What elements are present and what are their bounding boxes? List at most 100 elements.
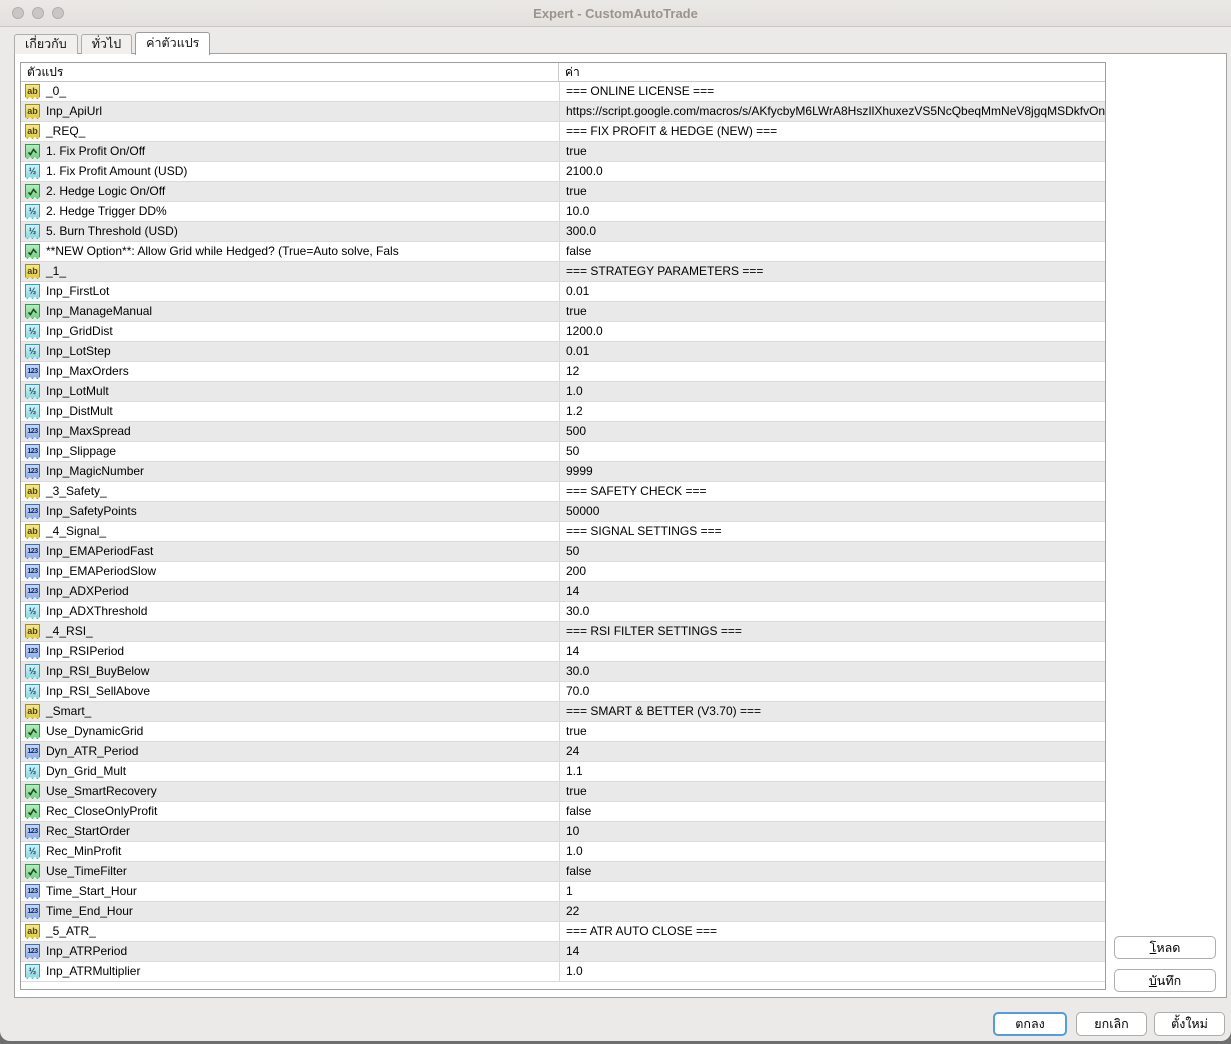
param-value[interactable]: === RSI FILTER SETTINGS === [559,622,1105,641]
param-value[interactable]: 9999 [559,462,1105,481]
window-controls[interactable] [12,7,64,19]
param-value[interactable]: 14 [559,582,1105,601]
param-row[interactable]: ab_0_=== ONLINE LICENSE === [21,82,1105,102]
param-value[interactable]: 50 [559,442,1105,461]
tab-common[interactable]: ทั่วไป [81,34,132,54]
param-value[interactable]: === SIGNAL SETTINGS === [559,522,1105,541]
param-row[interactable]: 123Rec_StartOrder10 [21,822,1105,842]
param-row[interactable]: 123Inp_ATRPeriod14 [21,942,1105,962]
param-value[interactable]: === FIX PROFIT & HEDGE (NEW) === [559,122,1105,141]
param-row[interactable]: ½Inp_RSI_BuyBelow30.0 [21,662,1105,682]
param-row[interactable]: 123Inp_ADXPeriod14 [21,582,1105,602]
param-row[interactable]: ab_4_RSI_=== RSI FILTER SETTINGS === [21,622,1105,642]
param-row[interactable]: abInp_ApiUrlhttps://script.google.com/ma… [21,102,1105,122]
param-row[interactable]: 123Inp_EMAPeriodFast50 [21,542,1105,562]
param-value[interactable]: 1.0 [559,382,1105,401]
param-row[interactable]: ½Inp_ADXThreshold30.0 [21,602,1105,622]
param-value[interactable]: 1.0 [559,962,1105,981]
param-value[interactable]: === STRATEGY PARAMETERS === [559,262,1105,281]
param-value[interactable]: false [559,802,1105,821]
param-row[interactable]: ab_1_=== STRATEGY PARAMETERS === [21,262,1105,282]
param-value[interactable]: false [559,242,1105,261]
param-value[interactable]: 14 [559,942,1105,961]
param-row[interactable]: ½Inp_GridDist1200.0 [21,322,1105,342]
param-value[interactable]: 12 [559,362,1105,381]
param-value[interactable]: 200 [559,562,1105,581]
param-row[interactable]: ab_4_Signal_=== SIGNAL SETTINGS === [21,522,1105,542]
param-value[interactable]: false [559,862,1105,881]
param-value[interactable]: 30.0 [559,602,1105,621]
cancel-button[interactable]: ยกเลิก [1076,1012,1147,1036]
param-row[interactable]: ½1. Fix Profit Amount (USD)2100.0 [21,162,1105,182]
param-row[interactable]: 123Time_End_Hour22 [21,902,1105,922]
param-value[interactable]: https://script.google.com/macros/s/AKfyc… [559,102,1105,121]
param-row[interactable]: ab_Smart_=== SMART & BETTER (V3.70) === [21,702,1105,722]
param-value[interactable]: true [559,722,1105,741]
param-value[interactable]: true [559,182,1105,201]
param-row[interactable]: ½Inp_FirstLot0.01 [21,282,1105,302]
ok-button[interactable]: ตกลง [993,1012,1067,1036]
param-value[interactable]: 2100.0 [559,162,1105,181]
param-row[interactable]: Use_TimeFilterfalse [21,862,1105,882]
param-row[interactable]: ½Rec_MinProfit1.0 [21,842,1105,862]
param-row[interactable]: 123Inp_Slippage50 [21,442,1105,462]
zoom-window-icon[interactable] [52,7,64,19]
param-value[interactable]: 24 [559,742,1105,761]
param-value[interactable]: true [559,142,1105,161]
param-row[interactable]: ½Dyn_Grid_Mult1.1 [21,762,1105,782]
param-row[interactable]: 123Inp_MaxSpread500 [21,422,1105,442]
minimize-window-icon[interactable] [32,7,44,19]
param-row[interactable]: Use_SmartRecoverytrue [21,782,1105,802]
param-row[interactable]: ½5. Burn Threshold (USD)300.0 [21,222,1105,242]
param-value[interactable]: 50 [559,542,1105,561]
param-row[interactable]: Inp_ManageManualtrue [21,302,1105,322]
param-row[interactable]: ½2. Hedge Trigger DD%10.0 [21,202,1105,222]
param-value[interactable]: === SAFETY CHECK === [559,482,1105,501]
save-button[interactable]: บันทึก [1114,969,1216,992]
column-header-variable[interactable]: ตัวแปร [21,63,559,81]
close-window-icon[interactable] [12,7,24,19]
param-value[interactable]: === ATR AUTO CLOSE === [559,922,1105,941]
param-row[interactable]: 1. Fix Profit On/Offtrue [21,142,1105,162]
param-value[interactable]: 1.0 [559,842,1105,861]
param-row[interactable]: 2. Hedge Logic On/Offtrue [21,182,1105,202]
param-value[interactable]: 10 [559,822,1105,841]
param-row[interactable]: Use_DynamicGridtrue [21,722,1105,742]
param-row[interactable]: ½Inp_RSI_SellAbove70.0 [21,682,1105,702]
param-value[interactable]: 50000 [559,502,1105,521]
param-value[interactable]: 500 [559,422,1105,441]
param-row[interactable]: 123Inp_RSIPeriod14 [21,642,1105,662]
tab-inputs[interactable]: ค่าตัวแปร [135,32,210,55]
param-row[interactable]: 123Inp_MagicNumber9999 [21,462,1105,482]
param-value[interactable]: 30.0 [559,662,1105,681]
param-value[interactable]: 14 [559,642,1105,661]
param-row[interactable]: Rec_CloseOnlyProfitfalse [21,802,1105,822]
param-value[interactable]: 0.01 [559,342,1105,361]
param-row[interactable]: ½Inp_LotMult1.0 [21,382,1105,402]
param-value[interactable]: 0.01 [559,282,1105,301]
param-row[interactable]: ½Inp_DistMult1.2 [21,402,1105,422]
param-value[interactable]: 1.2 [559,402,1105,421]
param-row[interactable]: 123Dyn_ATR_Period24 [21,742,1105,762]
param-value[interactable]: === ONLINE LICENSE === [559,82,1105,101]
tab-about[interactable]: เกี่ยวกับ [14,34,78,54]
param-value[interactable]: === SMART & BETTER (V3.70) === [559,702,1105,721]
param-row[interactable]: ab_3_Safety_=== SAFETY CHECK === [21,482,1105,502]
column-header-value[interactable]: ค่า [559,63,1105,81]
param-value[interactable]: true [559,302,1105,321]
param-value[interactable]: 1.1 [559,762,1105,781]
param-row[interactable]: ½Inp_LotStep0.01 [21,342,1105,362]
param-row[interactable]: 123Inp_SafetyPoints50000 [21,502,1105,522]
param-value[interactable]: 22 [559,902,1105,921]
param-value[interactable]: 70.0 [559,682,1105,701]
param-value[interactable]: 1200.0 [559,322,1105,341]
reset-button[interactable]: ตั้งใหม่ [1154,1012,1225,1036]
param-value[interactable]: 300.0 [559,222,1105,241]
param-row[interactable]: ½Inp_ATRMultiplier1.0 [21,962,1105,982]
param-row[interactable]: 123Inp_MaxOrders12 [21,362,1105,382]
param-row[interactable]: ab_REQ_=== FIX PROFIT & HEDGE (NEW) === [21,122,1105,142]
param-row[interactable]: **NEW Option**: Allow Grid while Hedged?… [21,242,1105,262]
param-row[interactable]: 123Time_Start_Hour1 [21,882,1105,902]
param-row[interactable]: 123Inp_EMAPeriodSlow200 [21,562,1105,582]
load-button[interactable]: โหลด [1114,936,1216,959]
